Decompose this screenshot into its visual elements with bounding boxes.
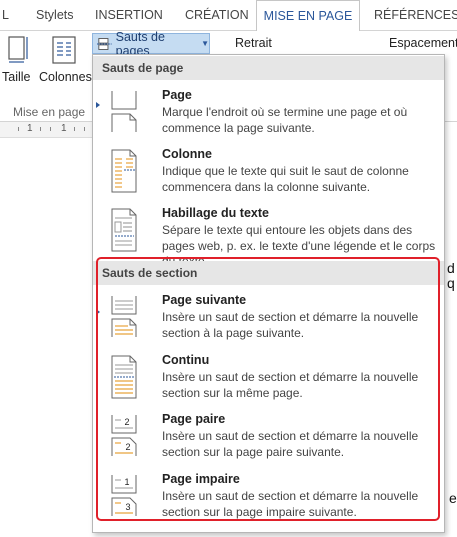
menu-item-habillage-du-texte[interactable]: Habillage du texte Sépare le texte qui e… — [93, 204, 444, 268]
page-break-icon — [111, 91, 137, 132]
columns-icon — [52, 36, 76, 64]
ruler-tick — [74, 127, 75, 131]
size-label: Taille — [2, 70, 31, 84]
breaks-dropdown-button[interactable]: Sauts de pages ▼ — [92, 30, 210, 58]
document-text-fragment: e — [449, 490, 457, 506]
tab-styles[interactable]: Stylets — [36, 0, 74, 31]
selected-marker-icon — [96, 102, 100, 108]
odd-page-section-icon: 1 3 — [111, 475, 137, 516]
breaks-icon — [97, 37, 112, 50]
even-page-badge: 2 — [125, 442, 130, 452]
menu-item-title: Habillage du texte — [162, 206, 269, 220]
menu-item-title: Continu — [162, 353, 210, 367]
tab-creation[interactable]: CRÉATION — [185, 0, 249, 31]
odd-page-badge: 3 — [125, 502, 130, 512]
ribbon-tab-bar: L Stylets INSERTION CRÉATION MISE EN PAG… — [0, 0, 457, 32]
document-text-fragment: q — [447, 275, 455, 291]
section-breaks-header: Sauts de section — [93, 261, 444, 285]
columns-label: Colonnes — [39, 70, 92, 84]
even-page-section-icon: 2 2 — [111, 415, 137, 456]
ruler-number: 1 — [27, 123, 33, 134]
menu-item-title: Page paire — [162, 412, 226, 426]
menu-item-page-paire[interactable]: 2 2 Page paire Insère un saut de section… — [93, 410, 444, 468]
horizontal-ruler: 1 1 — [0, 122, 100, 138]
menu-item-continu[interactable]: Continu Insère un saut de section et dém… — [93, 351, 444, 407]
continuous-section-icon — [111, 355, 137, 399]
next-page-section-icon — [111, 296, 137, 337]
column-break-icon — [111, 149, 137, 193]
menu-item-description: Insère un saut de section et démarre la … — [162, 489, 419, 519]
breaks-menu: Sauts de page Page Marque l'endroit où s… — [92, 54, 445, 533]
ruler-tick — [40, 127, 41, 131]
indent-label: Retrait — [235, 36, 272, 50]
tab-mise-en-page[interactable]: MISE EN PAGE — [256, 0, 360, 32]
columns-button[interactable]: Colonnes — [37, 33, 92, 93]
page-breaks-header: Sauts de page — [93, 56, 444, 80]
ruler-number: 1 — [61, 123, 67, 134]
menu-item-title: Page — [162, 88, 192, 102]
ruler-tick — [50, 127, 51, 131]
selected-marker-icon — [96, 309, 100, 315]
tab-references[interactable]: RÉFÉRENCES — [374, 0, 457, 31]
ruler-tick — [18, 127, 19, 131]
ruler-tick — [84, 127, 85, 131]
text-wrapping-break-icon — [111, 208, 137, 252]
menu-item-title: Page suivante — [162, 293, 247, 307]
tab-home-partial[interactable]: L — [2, 0, 9, 31]
menu-item-description: Insère un saut de section et démarre la … — [162, 370, 419, 400]
tab-insertion[interactable]: INSERTION — [95, 0, 163, 31]
size-button[interactable]: Taille — [0, 33, 34, 93]
even-top-number: 2 — [124, 417, 129, 427]
group-label-mise-en-page: Mise en page — [13, 105, 86, 119]
menu-item-title: Page impaire — [162, 472, 240, 486]
chevron-down-icon: ▼ — [201, 39, 209, 48]
odd-top-number: 1 — [124, 477, 129, 487]
menu-item-description: Marque l'endroit où se termine une page … — [162, 105, 408, 135]
menu-item-description: Indique que le texte qui suit le saut de… — [162, 164, 409, 194]
menu-item-description: Insère un saut de section et démarre la … — [162, 310, 419, 340]
document-text-fragment: d — [447, 260, 455, 276]
menu-item-description: Insère un saut de section et démarre la … — [162, 429, 419, 459]
menu-item-page-suivante[interactable]: Page suivante Insère un saut de section … — [93, 291, 444, 347]
menu-item-colonne[interactable]: Colonne Indique que le texte qui suit le… — [93, 145, 444, 201]
menu-item-title: Colonne — [162, 147, 212, 161]
page-size-icon — [8, 36, 28, 63]
spacing-label: Espacement — [389, 36, 457, 50]
menu-item-page[interactable]: Page Marque l'endroit où se termine une … — [93, 86, 444, 142]
menu-item-page-impaire[interactable]: 1 3 Page impaire Insère un saut de secti… — [93, 470, 444, 528]
